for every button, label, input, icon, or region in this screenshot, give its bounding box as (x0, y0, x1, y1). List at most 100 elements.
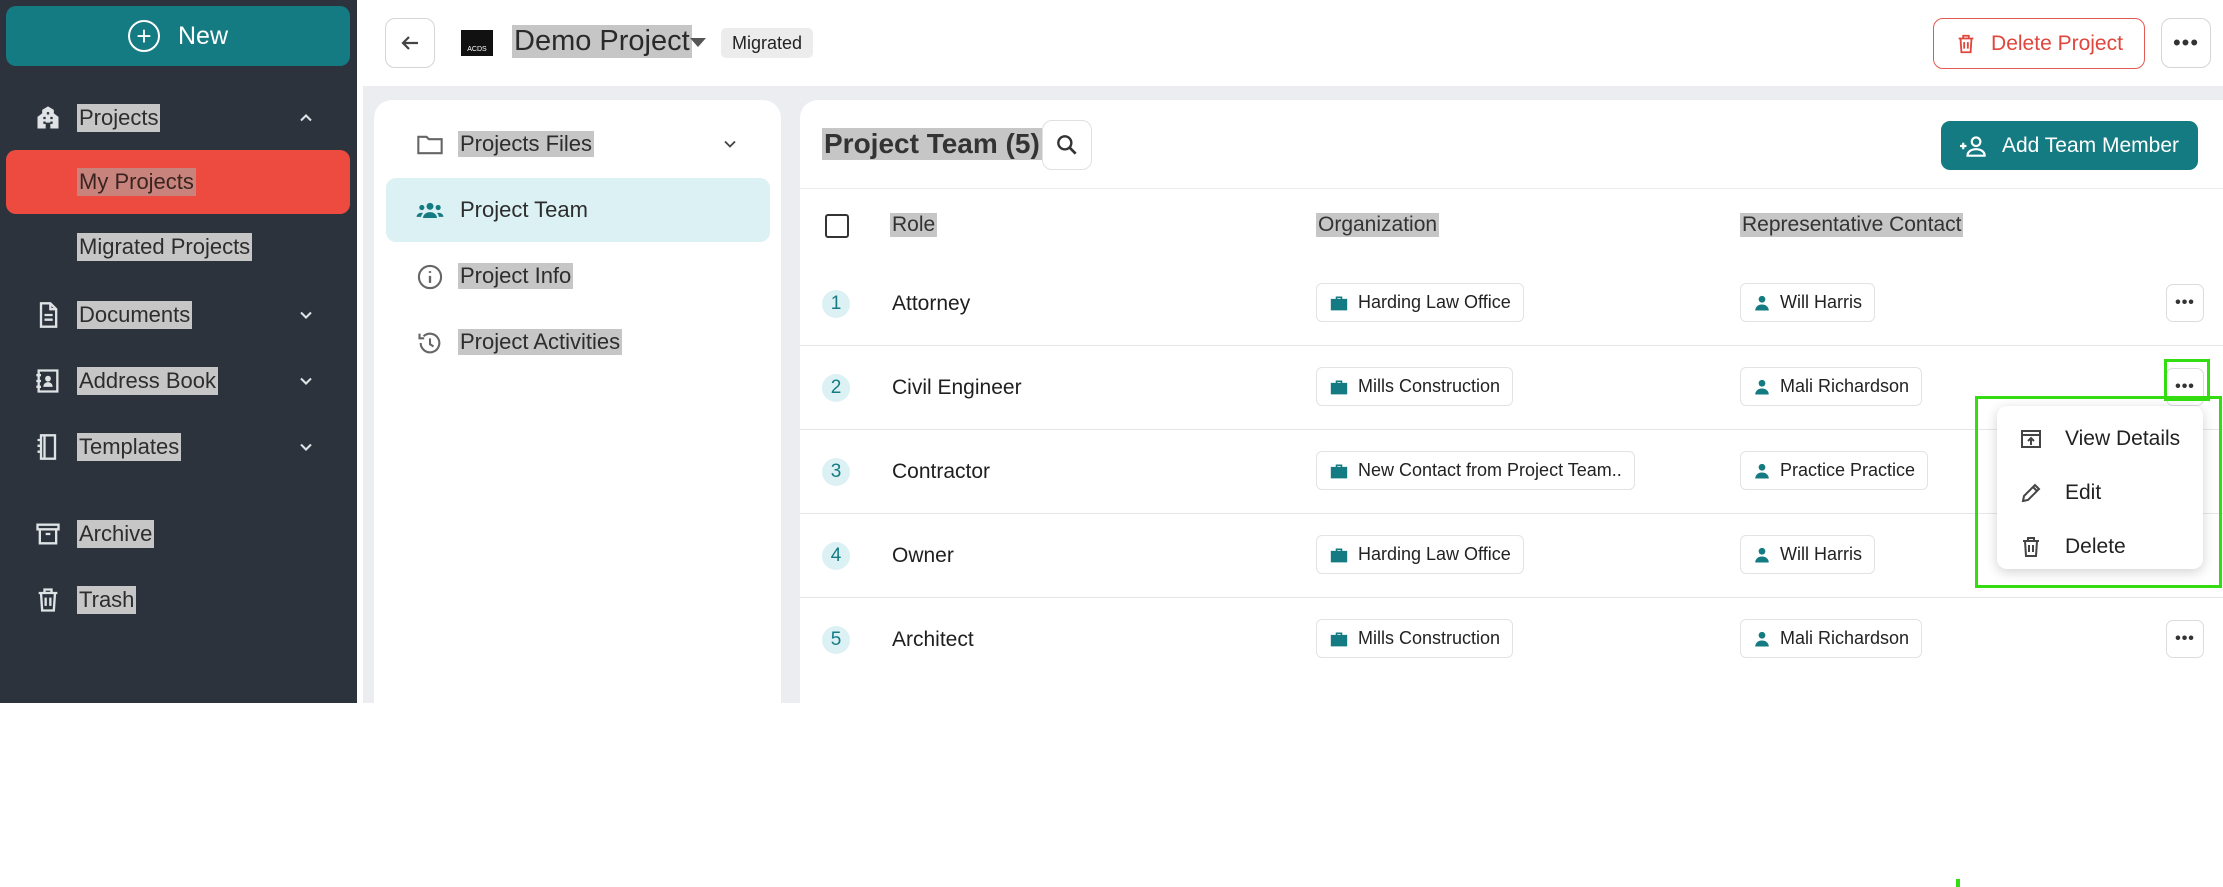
contact-chip[interactable]: Mali Richardson (1740, 619, 1923, 658)
sidebar-item-projects[interactable]: Projects (0, 90, 357, 146)
back-button[interactable] (385, 18, 435, 68)
project-nav-item-files[interactable]: Projects Files (386, 112, 770, 176)
column-header-organization[interactable]: Organization (1316, 213, 1440, 237)
briefcase-icon (1330, 379, 1348, 394)
briefcase-icon (1330, 295, 1348, 310)
divider (800, 188, 2223, 189)
contact-name: Mali Richardson (1780, 376, 1910, 396)
more-options-button[interactable]: ••• (2161, 18, 2211, 68)
person-icon (1755, 631, 1769, 646)
chevron-down-icon[interactable] (296, 437, 316, 457)
project-nav-item-team[interactable]: Project Team (386, 178, 770, 242)
info-icon (417, 264, 443, 290)
highlight-box (1975, 396, 2222, 588)
chevron-down-icon[interactable] (296, 371, 316, 391)
sidebar-item-label: Templates (77, 433, 182, 461)
contact-chip[interactable]: Mali Richardson (1740, 367, 1923, 406)
project-nav-label: Project Info (458, 263, 574, 289)
highlight-mark (1956, 879, 1960, 887)
app-window: + New Projects My Projects Migrated Proj… (0, 0, 2223, 703)
contact-chip[interactable]: Will Harris (1740, 283, 1875, 322)
search-icon (1057, 135, 1077, 155)
project-nav-item-info[interactable]: Project Info (386, 244, 770, 308)
plus-circle-icon: + (127, 20, 160, 52)
history-icon (418, 332, 441, 354)
contact-name: Practice Practice (1780, 460, 1916, 480)
chevron-up-icon[interactable] (296, 108, 316, 128)
organization-chip[interactable]: Harding Law Office (1316, 283, 1524, 322)
folder-icon (417, 135, 443, 155)
trash-icon (38, 588, 58, 612)
organization-name: Harding Law Office (1358, 544, 1511, 564)
sidebar-item-label: Documents (77, 301, 193, 329)
caret-down-icon[interactable] (690, 38, 706, 47)
sidebar-subitem-label: Migrated Projects (77, 233, 253, 261)
organization-chip[interactable]: Mills Construction (1316, 619, 1514, 658)
sidebar-item-trash[interactable]: Trash (0, 572, 357, 628)
row-divider (800, 345, 2223, 346)
sidebar-item-label: Archive (77, 520, 155, 548)
sidebar-subitem-label: My Projects (77, 168, 196, 196)
contact-name: Will Harris (1780, 544, 1862, 564)
project-logo-text: ACDS (467, 46, 487, 53)
person-icon (1755, 463, 1769, 478)
column-header-contact[interactable]: Representative Contact (1740, 213, 1964, 237)
row-role: Architect (892, 628, 974, 651)
row-number: 5 (822, 626, 850, 654)
briefcase-icon (1330, 631, 1348, 646)
organization-chip[interactable]: Mills Construction (1316, 367, 1514, 406)
sidebar-item-label: Trash (77, 586, 137, 614)
row-more-button[interactable]: ••• (2166, 620, 2204, 658)
row-role: Contractor (892, 460, 991, 483)
new-button-label: New (177, 21, 228, 50)
row-number: 1 (822, 290, 850, 318)
organization-name: Harding Law Office (1358, 292, 1511, 312)
highlight-box (2164, 359, 2210, 401)
sidebar-item-label: Address Book (77, 367, 218, 395)
add-user-icon (1959, 135, 1986, 157)
column-header-role[interactable]: Role (890, 213, 938, 237)
briefcase-icon (1330, 463, 1348, 478)
add-team-member-button[interactable]: Add Team Member (1941, 121, 2198, 170)
contact-name: Will Harris (1780, 292, 1862, 312)
team-icon (416, 202, 444, 218)
arrow-left-icon (401, 36, 418, 50)
sidebar-item-templates[interactable]: Templates (0, 419, 357, 475)
row-role: Attorney (892, 292, 971, 315)
sidebar-item-documents[interactable]: Documents (0, 287, 357, 343)
project-title[interactable]: Demo Project (512, 25, 692, 58)
delete-project-button[interactable]: Delete Project (1933, 18, 2145, 69)
document-icon (39, 302, 58, 328)
sidebar-item-archive[interactable]: Archive (0, 506, 357, 562)
sidebar-item-label: Projects (77, 104, 161, 132)
sidebar-item-my-projects[interactable]: My Projects (6, 150, 350, 214)
search-button[interactable] (1042, 120, 1092, 170)
contact-chip[interactable]: Will Harris (1740, 535, 1875, 574)
organization-chip[interactable]: Harding Law Office (1316, 535, 1524, 574)
address-book-icon (36, 369, 59, 393)
archive-icon (36, 523, 60, 545)
row-role: Owner (892, 544, 954, 567)
organization-name: New Contact from Project Team.. (1358, 460, 1622, 480)
sidebar-item-migrated-projects[interactable]: Migrated Projects (6, 215, 350, 279)
project-logo: ACDS (461, 30, 493, 56)
sidebar-item-address-book[interactable]: Address Book (0, 353, 357, 409)
sidebar: + New Projects My Projects Migrated Proj… (0, 0, 357, 703)
organization-name: Mills Construction (1358, 376, 1501, 396)
contact-name: Mali Richardson (1780, 628, 1910, 648)
project-nav-item-activities[interactable]: Project Activities (386, 310, 770, 374)
briefcase-icon (1330, 547, 1348, 562)
select-all-checkbox[interactable] (825, 214, 849, 238)
chevron-down-icon[interactable] (296, 305, 316, 325)
contact-chip[interactable]: Practice Practice (1740, 451, 1929, 490)
row-number: 2 (822, 374, 850, 402)
page-title: Project Team (5) (822, 128, 1042, 160)
row-more-button[interactable]: ••• (2166, 284, 2204, 322)
new-button[interactable]: + New (6, 6, 350, 66)
organization-name: Mills Construction (1358, 628, 1501, 648)
person-icon (1755, 295, 1769, 310)
building-icon (37, 106, 59, 129)
chevron-down-icon[interactable] (720, 134, 740, 154)
delete-project-label: Delete Project (1991, 31, 2123, 55)
organization-chip[interactable]: New Contact from Project Team.. (1316, 451, 1635, 490)
